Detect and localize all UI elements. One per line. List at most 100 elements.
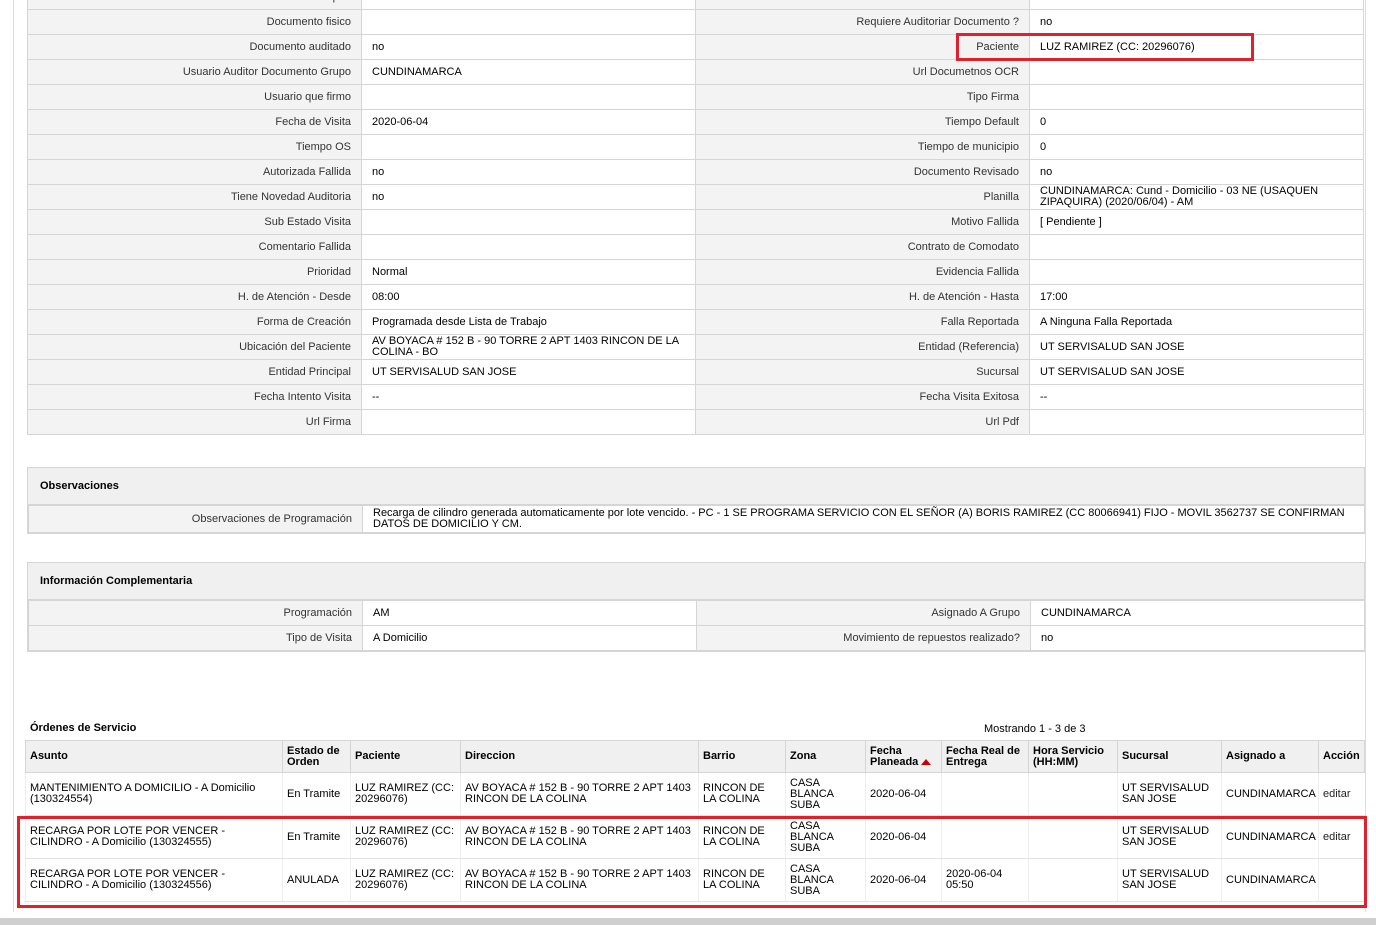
detail-value: no — [361, 159, 696, 185]
detail-value — [361, 409, 696, 435]
observaciones-table: Observaciones de Programación Recarga de… — [28, 505, 1365, 533]
column-header-label: Hora Servicio (HH:MM) — [1033, 744, 1104, 768]
detail-label: H. de Atención - Desde — [27, 284, 362, 310]
complementaria-table: Programación AM Asignado A Grupo CUNDINAMAR… — [28, 600, 1365, 651]
detail-row: Fecha Intento Visita -- Fecha Visita Exito… — [27, 384, 1364, 410]
detail-value: AV BOYACA # 152 B - 90 TORRE 2 APT 1403 … — [361, 334, 696, 360]
section-title: Información Complementaria — [28, 563, 1364, 600]
detail-value: AM — [362, 600, 697, 626]
detail-label: Fecha Intento Visita — [27, 384, 362, 410]
detail-row: Ubicación del Paciente AV BOYACA # 152 B … — [27, 334, 1364, 360]
detail-row: Tiene Novedad Auditoria no Planilla CUNDINA… — [27, 184, 1364, 210]
detail-row: Tiempo OS Tiempo de municipio 0 — [27, 134, 1364, 160]
detail-value: no — [1029, 9, 1364, 35]
order-cell: RINCON DE LA COLINA — [698, 772, 786, 816]
sort-ascending-icon[interactable] — [921, 758, 932, 765]
orders-column-header[interactable]: Asunto — [25, 740, 283, 773]
detail-row: Autorizada Fallida no Documento Revisado no — [27, 159, 1364, 185]
detail-value — [361, 209, 696, 235]
detail-row: H. de Atención - Desde 08:00 H. de Atenció… — [27, 284, 1364, 310]
order-cell: CASA BLANCA SUBA — [785, 772, 866, 816]
column-header-label: Zona — [790, 750, 817, 762]
detail-value: 08:00 — [361, 284, 696, 310]
orders-column-header[interactable]: Sucursal — [1117, 740, 1222, 773]
column-header-label: Paciente — [355, 750, 401, 762]
orders-highlight-box — [17, 816, 1367, 908]
orders-column-header[interactable]: Hora Servicio (HH:MM) — [1028, 740, 1118, 773]
detail-label: Asignado A Grupo — [696, 600, 1031, 626]
orders-column-header[interactable]: Zona — [785, 740, 866, 773]
order-cell — [1028, 772, 1118, 816]
column-header-label: Estado de Orden — [287, 744, 340, 768]
detail-value: [ Pendiente ] — [1029, 209, 1364, 235]
orders-column-header[interactable]: Fecha Planeada — [865, 740, 942, 773]
orders-column-header[interactable]: Barrio — [698, 740, 786, 773]
detail-label: Entidad Principal — [27, 359, 362, 385]
order-cell: CUNDINAMARCA — [1221, 772, 1319, 816]
detail-row: Usuario que firmo Tipo Firma — [27, 84, 1364, 110]
detail-value: no — [361, 184, 696, 210]
detail-label: Fecha de Visita — [27, 109, 362, 135]
orders-column-header[interactable]: Estado de Orden — [282, 740, 351, 773]
column-header-label: Direccion — [465, 750, 516, 762]
detail-value: CUNDINAMARCA — [1030, 600, 1365, 626]
detail-value: UT SERVISALUD SAN JOSE — [1029, 334, 1364, 360]
observaciones-label: Observaciones de Programación — [28, 505, 363, 533]
left-border — [13, 0, 14, 912]
order-cell — [941, 772, 1029, 816]
detail-value: CUNDINAMARCA: Cund - Domicilio - 03 NE (… — [1029, 184, 1364, 210]
detail-label: Movimiento de repuestos realizado? — [696, 625, 1031, 651]
order-edit-link[interactable]: editar — [1318, 772, 1365, 816]
orders-column-header[interactable]: Fecha Real de Entrega — [941, 740, 1029, 773]
detail-row: Usuario Auditor Documento Grupo CUNDINAMA… — [27, 59, 1364, 85]
detail-label: Contrato de Comodato — [695, 234, 1030, 260]
detail-label: Tiene Novedad Auditoria — [27, 184, 362, 210]
observaciones-value: Recarga de cilindro generada automaticam… — [362, 505, 1365, 533]
detail-label: H. de Atención - Hasta — [695, 284, 1030, 310]
orders-column-header[interactable]: Acción — [1318, 740, 1365, 773]
detail-row: Prioridad Normal Evidencia Fallida — [27, 259, 1364, 285]
detail-value: Programada desde Lista de Trabajo — [361, 309, 696, 335]
detail-value: A Ninguna Falla Reportada — [1029, 309, 1364, 335]
detail-label: Url Pdf — [695, 409, 1030, 435]
detail-label: Programación — [28, 600, 363, 626]
order-row[interactable]: MANTENIMIENTO A DOMICILIO - A Domicilio … — [25, 772, 1365, 816]
column-header-label: Asignado a — [1226, 750, 1286, 762]
column-header-label: Fecha Planeada — [870, 744, 919, 768]
detail-label: Url Firma — [27, 409, 362, 435]
detail-label: Autorizada Fallida — [27, 159, 362, 185]
detail-label: Tiempo de municipio — [695, 134, 1030, 160]
order-cell: En Tramite — [282, 772, 351, 816]
detail-label: Motivo Fallida — [695, 209, 1030, 235]
detail-value: no — [361, 34, 696, 60]
detail-row: Forma de Creación Programada desde Lista … — [27, 309, 1364, 335]
orders-title: Órdenes de Servicio — [30, 722, 137, 734]
detail-value: no — [1029, 159, 1364, 185]
column-header-label: Acción — [1323, 750, 1360, 762]
detail-value — [1029, 409, 1364, 435]
detail-label: Evidencia Fallida — [695, 259, 1030, 285]
orders-column-header[interactable]: Direccion — [460, 740, 699, 773]
detail-value: UT SERVISALUD SAN JOSE — [1029, 359, 1364, 385]
detail-label: Planilla — [695, 184, 1030, 210]
detail-label: Sub Estado Visita — [27, 209, 362, 235]
order-cell: 2020-06-04 — [865, 772, 942, 816]
paciente-highlight-box — [956, 33, 1254, 61]
column-header-label: Asunto — [30, 750, 68, 762]
detail-row: Documento fisico Requiere Auditoriar Docu… — [27, 9, 1364, 35]
complementaria-row: Tipo de Visita A Domicilio Movimiento de r… — [28, 625, 1365, 651]
detail-value: UT SERVISALUD SAN JOSE — [361, 359, 696, 385]
detail-row: Url Firma Url Pdf — [27, 409, 1364, 435]
detail-label: Tiempo OS — [27, 134, 362, 160]
detail-label: Documento fisico — [27, 9, 362, 35]
orders-column-header[interactable]: Asignado a — [1221, 740, 1319, 773]
order-cell: MANTENIMIENTO A DOMICILIO - A Domicilio … — [25, 772, 283, 816]
detail-value — [1029, 59, 1364, 85]
orders-column-header[interactable]: Paciente — [350, 740, 461, 773]
horizontal-scrollbar[interactable] — [0, 918, 1376, 925]
detail-label: Sucursal — [695, 359, 1030, 385]
column-header-label: Sucursal — [1122, 750, 1169, 762]
order-cell: LUZ RAMIREZ (CC: 20296076) — [350, 772, 461, 816]
detail-label: Requiere Auditoriar Documento ? — [695, 9, 1030, 35]
detail-label: Url Documetnos OCR — [695, 59, 1030, 85]
